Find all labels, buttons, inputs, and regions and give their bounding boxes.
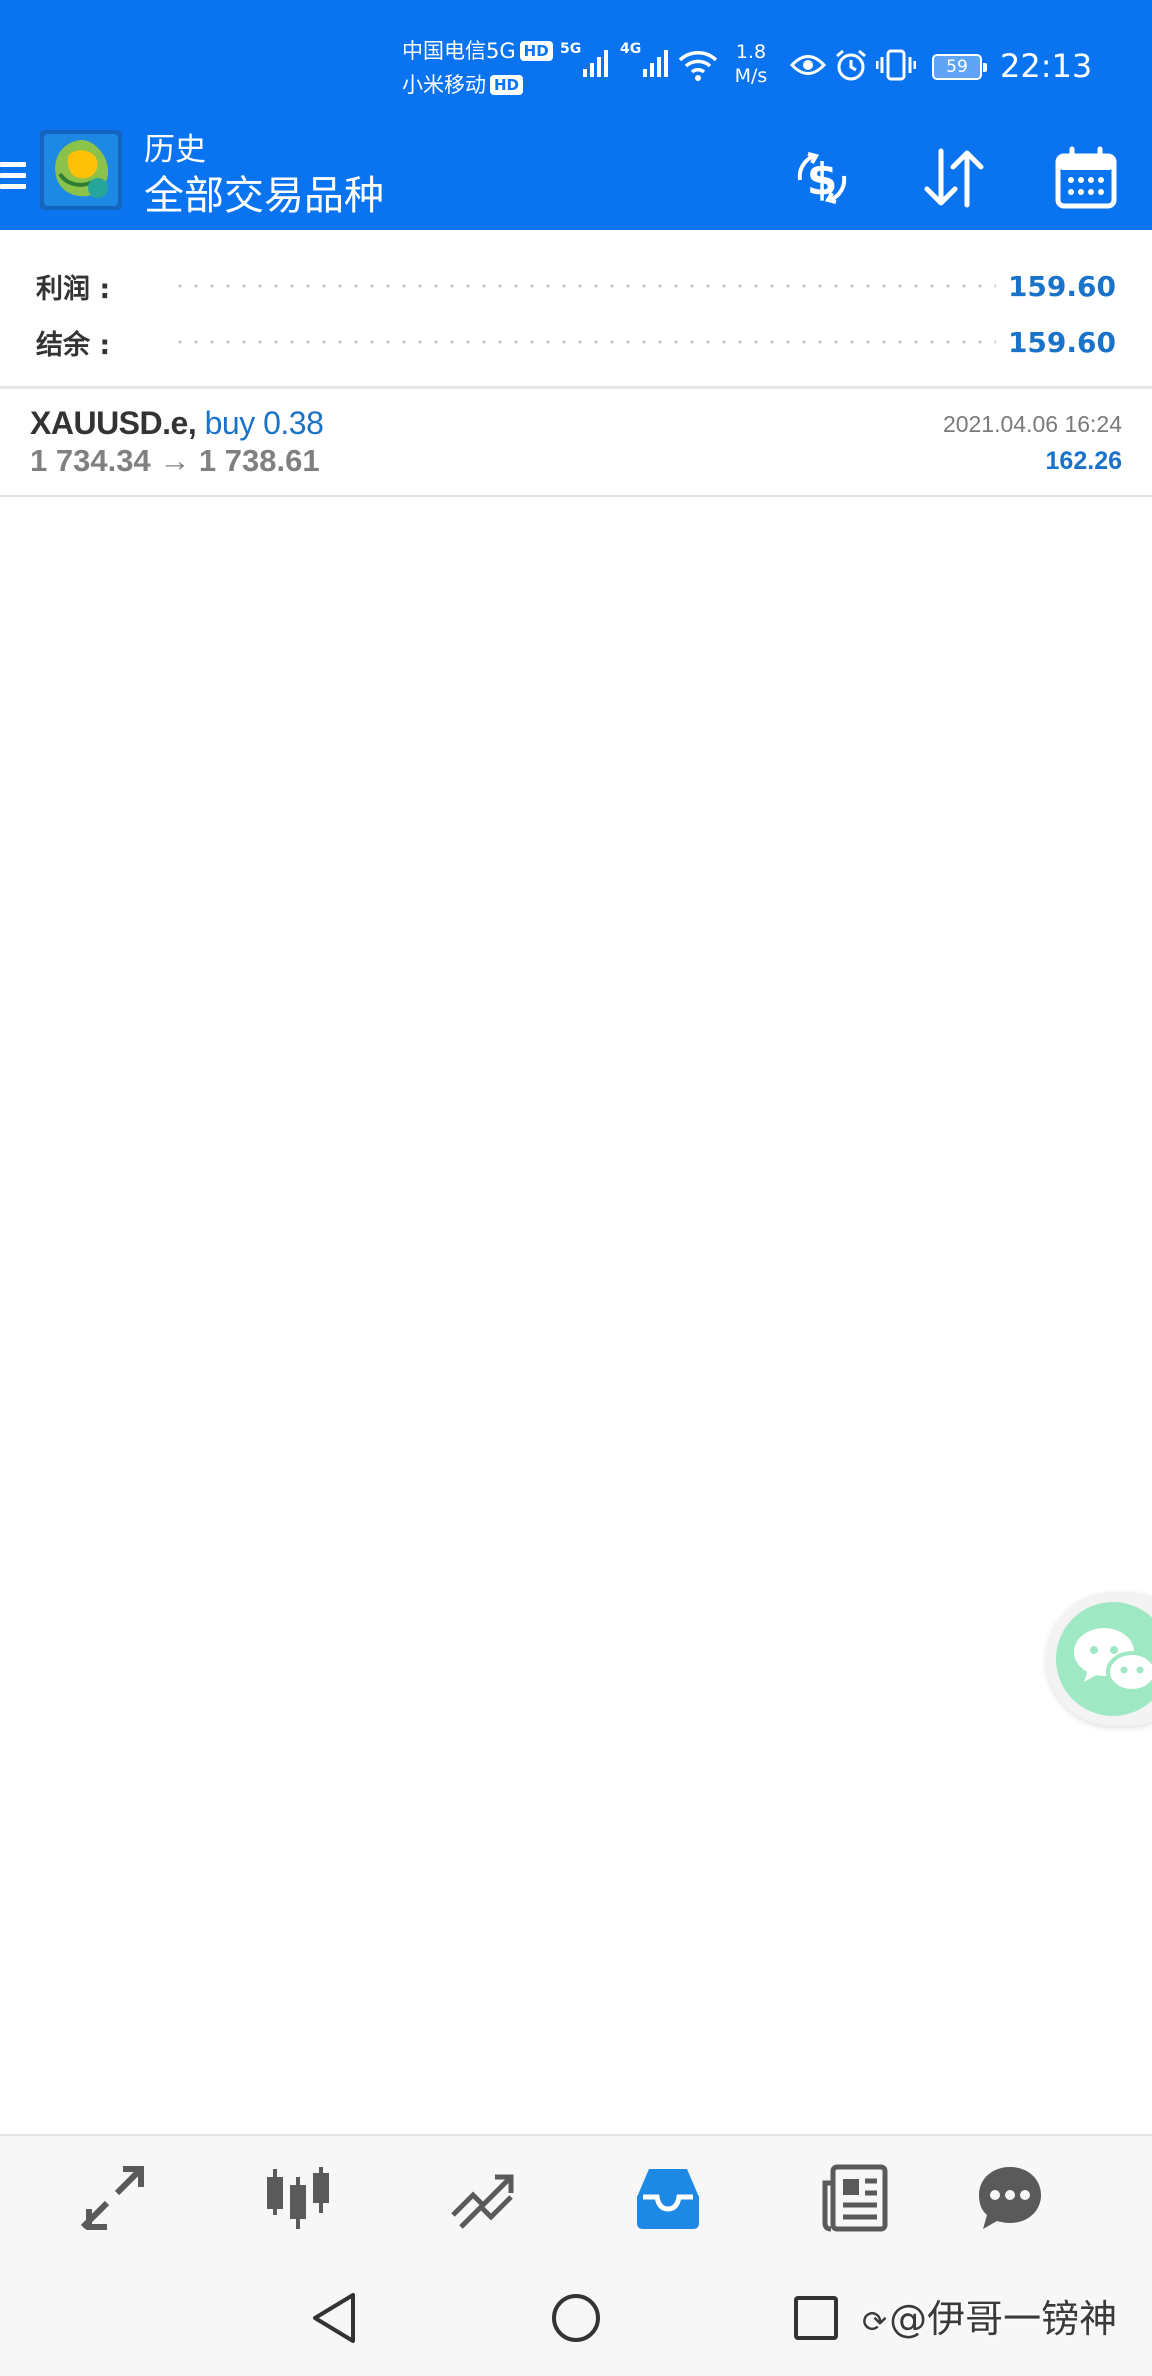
app-header: 历史 全部交易品种 $ bbox=[0, 130, 1152, 230]
sort-button[interactable] bbox=[916, 140, 992, 216]
network-speed-value: 1.8 bbox=[735, 41, 767, 63]
carrier-2-name: 小米移动 bbox=[402, 73, 486, 97]
app-root: 中国电信5G HD 小米移动 HD 5G 4G 1.8 M/s 59 22:13… bbox=[0, 0, 1152, 2376]
back-button[interactable] bbox=[302, 2286, 366, 2350]
network-speed-unit: M/s bbox=[734, 65, 768, 87]
deal-type: buy 0.38 bbox=[204, 405, 324, 441]
watermark: ⟳@伊哥一镑神 bbox=[862, 2288, 1117, 2343]
trade-icon bbox=[451, 2174, 514, 2229]
calendar-button[interactable] bbox=[1048, 140, 1124, 216]
nav-news[interactable] bbox=[814, 2158, 894, 2238]
chart-icon bbox=[267, 2167, 329, 2229]
wechat-icon bbox=[1056, 1602, 1152, 1716]
dollar-exchange-icon: $ bbox=[797, 152, 847, 205]
signal-label: 4G bbox=[620, 41, 642, 57]
weibo-logo-icon: ⟳ bbox=[862, 2305, 888, 2340]
quotes-icon bbox=[80, 2166, 144, 2230]
recent-apps-icon bbox=[794, 2296, 838, 2340]
balance-value: 159.60 bbox=[1007, 325, 1116, 359]
deal-row[interactable]: XAUUSD.e, buy 0.38 1 734.34 → 1 738.61 2… bbox=[0, 389, 1152, 497]
header-subtitle: 历史 bbox=[144, 132, 206, 168]
divider bbox=[0, 495, 1152, 497]
carrier-1-name: 中国电信5G bbox=[402, 39, 516, 63]
sort-icon bbox=[924, 148, 984, 208]
signal-5g-icon: 5G bbox=[560, 41, 609, 77]
nav-trade[interactable] bbox=[442, 2158, 522, 2238]
home-button[interactable] bbox=[544, 2286, 608, 2350]
hd-badge: HD bbox=[519, 41, 553, 61]
floating-chat-button[interactable] bbox=[1046, 1592, 1152, 1726]
history-icon bbox=[637, 2169, 699, 2229]
deal-profit: 162.26 bbox=[1045, 447, 1122, 475]
carrier-line-2: 小米移动 HD bbox=[402, 68, 553, 102]
carrier-line-1: 中国电信5G HD bbox=[402, 34, 553, 68]
vibrate-icon bbox=[876, 49, 916, 81]
profit-value: 159.60 bbox=[1007, 269, 1116, 303]
deal-prices: 1 734.34 → 1 738.61 bbox=[30, 443, 320, 478]
status-bar: 中国电信5G HD 小米移动 HD 5G 4G 1.8 M/s 59 22:13 bbox=[0, 0, 1152, 130]
deal-symbol-name: XAUUSD.e, bbox=[30, 405, 197, 441]
watermark-text: @伊哥一镑神 bbox=[889, 2297, 1118, 2341]
balance-row: 结余 : 159.60 bbox=[36, 314, 1116, 370]
header-title[interactable]: 全部交易品种 bbox=[144, 170, 384, 222]
eye-icon bbox=[790, 55, 826, 75]
history-summary: 利润 : 159.60 结余 : 159.60 bbox=[0, 258, 1152, 388]
balance-label: 结余 : bbox=[36, 329, 111, 361]
network-speed: 1.8 M/s bbox=[728, 40, 774, 88]
dotted-leader bbox=[172, 284, 996, 288]
carrier-info: 中国电信5G HD 小米移动 HD bbox=[402, 34, 553, 102]
home-icon bbox=[552, 2294, 600, 2342]
nav-chart[interactable] bbox=[258, 2158, 338, 2238]
dotted-leader bbox=[172, 340, 996, 344]
alarm-icon bbox=[836, 49, 866, 81]
calendar-icon bbox=[1055, 146, 1117, 209]
profit-label: 利润 : bbox=[36, 273, 111, 305]
hd-badge: HD bbox=[490, 75, 524, 95]
nav-chat[interactable] bbox=[970, 2158, 1050, 2238]
nav-quotes[interactable] bbox=[72, 2158, 152, 2238]
metatrader-logo[interactable] bbox=[40, 130, 122, 210]
chat-icon bbox=[979, 2167, 1041, 2229]
nav-history[interactable] bbox=[628, 2158, 708, 2238]
status-time: 22:13 bbox=[1000, 47, 1093, 85]
signal-4g-icon: 4G bbox=[620, 41, 669, 77]
deal-symbol: XAUUSD.e, buy 0.38 bbox=[30, 405, 324, 442]
recent-apps-button[interactable] bbox=[784, 2286, 848, 2350]
news-icon bbox=[822, 2164, 888, 2232]
system-navigation: ⟳@伊哥一镑神 bbox=[0, 2258, 1152, 2376]
menu-icon[interactable] bbox=[0, 156, 28, 200]
battery-icon: 59 bbox=[932, 54, 987, 80]
deal-time: 2021.04.06 16:24 bbox=[942, 411, 1122, 437]
signal-label: 5G bbox=[560, 41, 582, 57]
profit-row: 利润 : 159.60 bbox=[36, 258, 1116, 314]
bottom-navigation bbox=[0, 2134, 1152, 2258]
dollar-exchange-button[interactable]: $ bbox=[784, 140, 860, 216]
back-icon bbox=[313, 2293, 355, 2343]
wifi-icon bbox=[678, 51, 718, 81]
